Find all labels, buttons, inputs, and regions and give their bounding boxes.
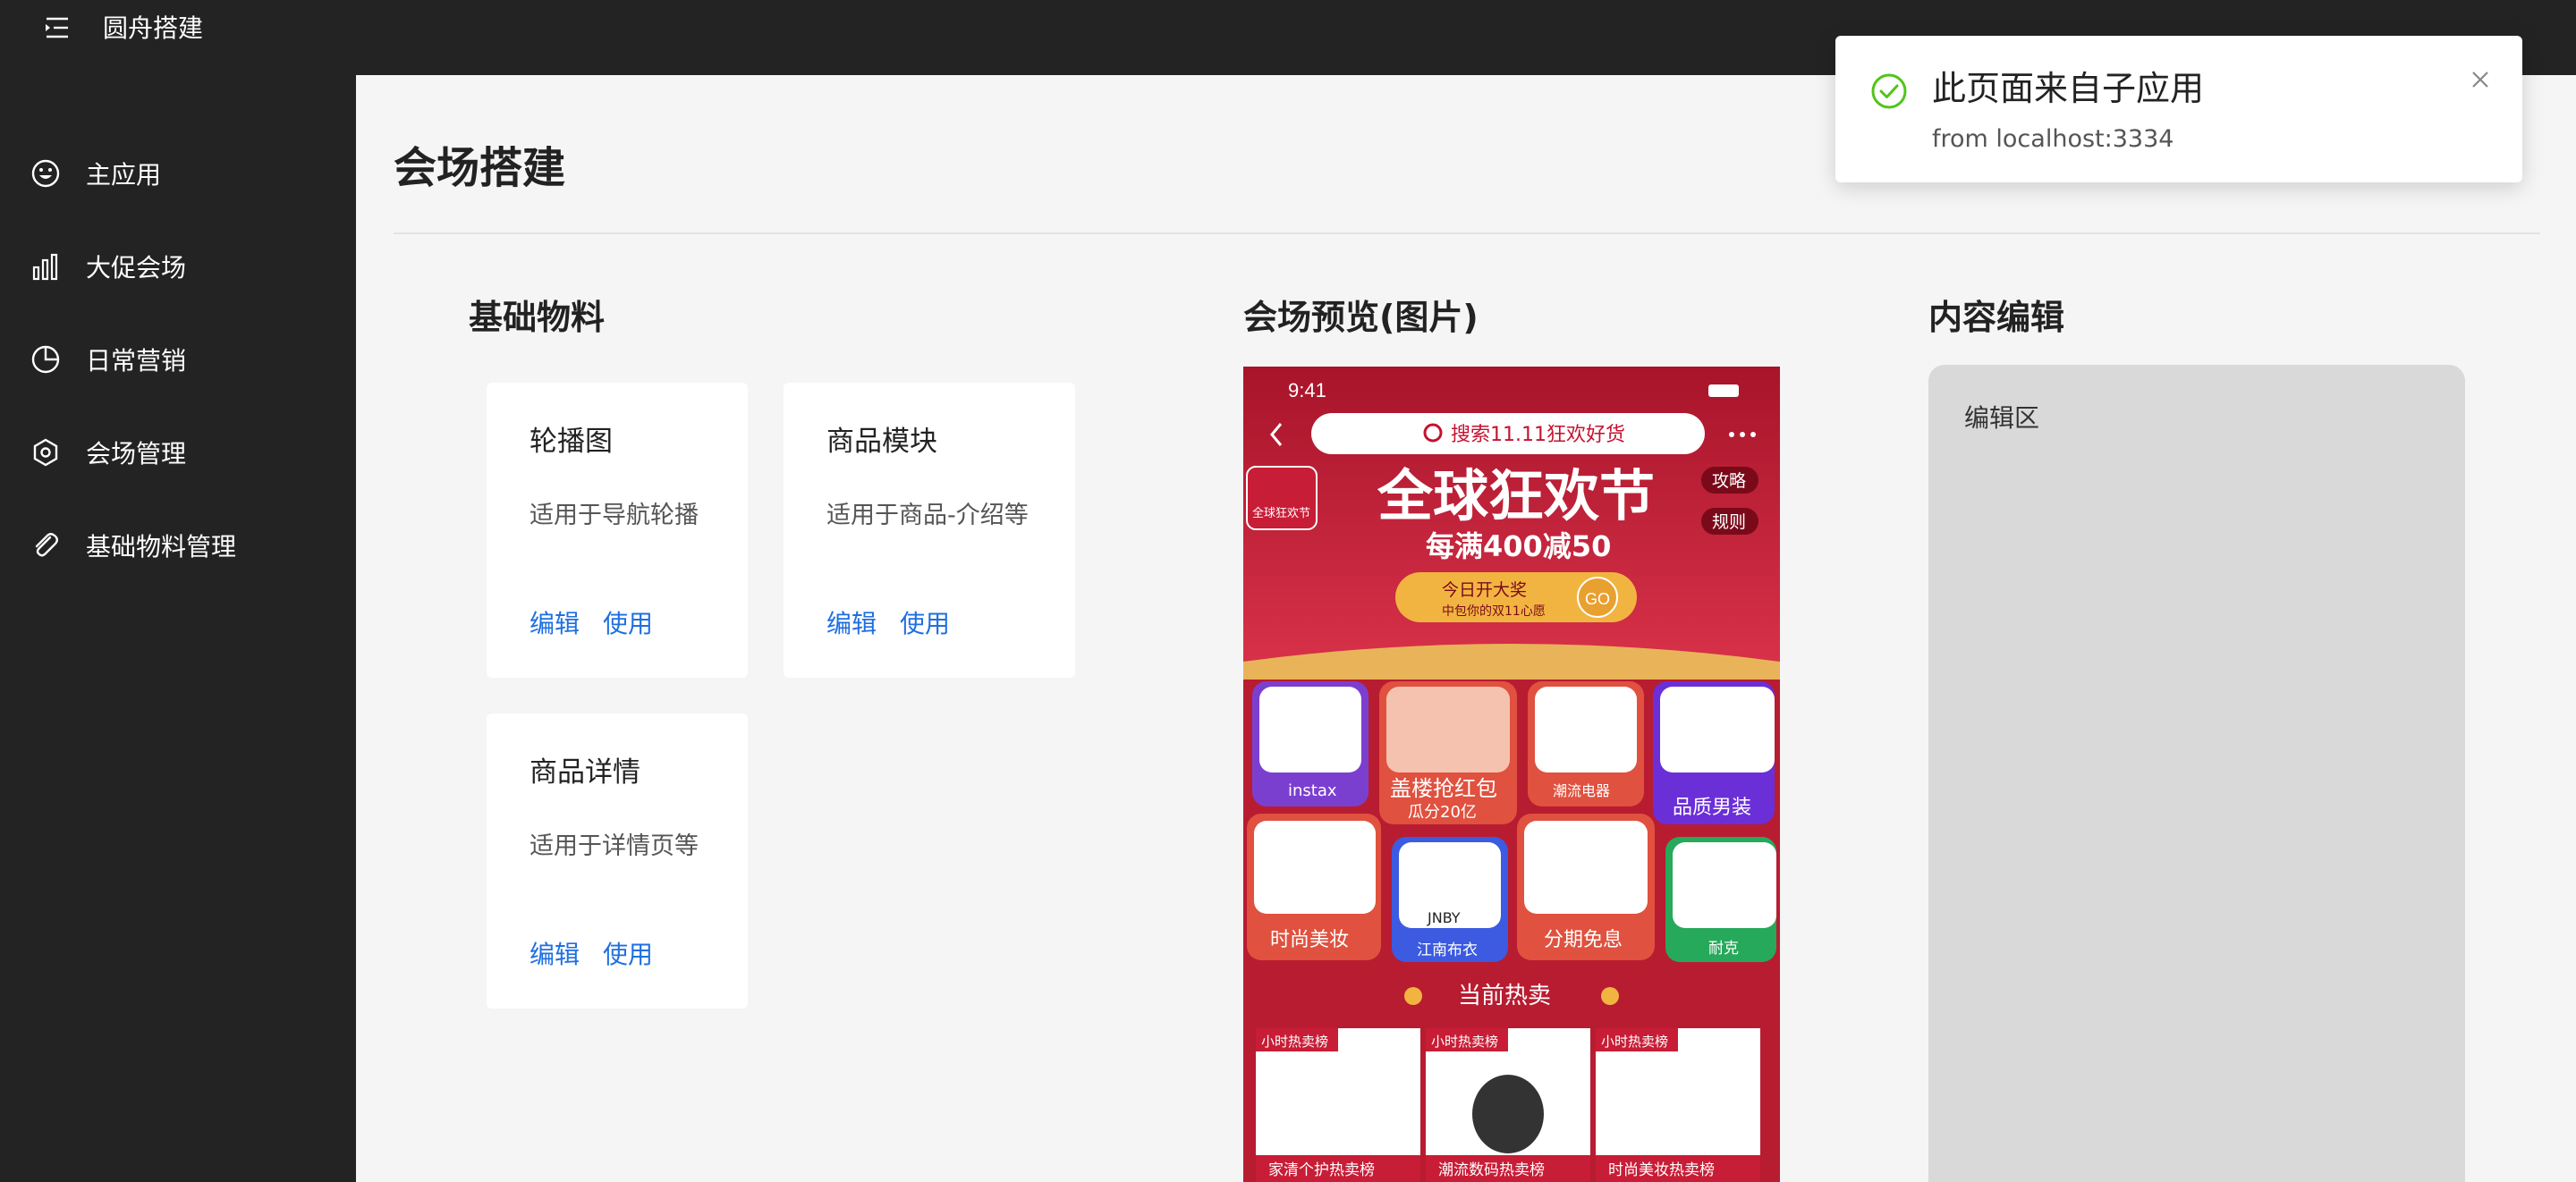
sidebar-item-material-management[interactable]: 基础物料管理 [0, 510, 356, 581]
tile-label: 盖楼抢红包 [1390, 776, 1497, 801]
hot-name: 家清个护热卖榜 [1268, 1161, 1375, 1179]
phone-search-text: 搜索11.11狂欢好货 [1451, 424, 1625, 446]
phone-rules: 规则 [1712, 512, 1746, 532]
notification: 此页面来自子应用 from localhost:3334 [1835, 36, 2522, 182]
edit-button[interactable]: 编辑 [530, 604, 580, 640]
use-button[interactable]: 使用 [603, 604, 653, 640]
edit-area[interactable]: 编辑区 [1928, 365, 2465, 1182]
sidebar-item-label: 大促会场 [86, 253, 187, 283]
material-card-carousel: 轮播图 适用于导航轮播 编辑 使用 [487, 383, 748, 678]
phone-headline: 全球狂欢节 [1377, 463, 1655, 528]
material-card-product-module: 商品模块 适用于商品-介绍等 编辑 使用 [784, 383, 1075, 678]
phone-banner-sub: 中包你的双11心愿 [1442, 604, 1546, 619]
card-desc: 适用于导航轮播 [530, 502, 699, 529]
close-icon[interactable] [2470, 70, 2490, 89]
app-title: 圆舟搭建 [103, 13, 204, 43]
preview-section-title: 会场预览(图片) [1243, 298, 1479, 337]
card-title: 轮播图 [530, 426, 613, 458]
tile-label: 时尚美妆 [1270, 929, 1349, 951]
hot-name: 时尚美妆热卖榜 [1608, 1161, 1715, 1179]
tile-sub: 满400减50 [1265, 897, 1343, 915]
bar-chart-icon [30, 251, 61, 282]
page-title: 会场搭建 [394, 143, 566, 193]
hot-title: 当前热卖 [1458, 983, 1551, 1009]
tile-label: 江南布衣 [1417, 941, 1478, 959]
tile-label: 品质男装 [1673, 797, 1751, 819]
phone-banner: 今日开大奖 [1442, 580, 1527, 600]
tile-label: 潮流电器 [1553, 782, 1610, 799]
phone-badge: 全球狂欢节 [1252, 506, 1310, 520]
paperclip-icon [30, 530, 61, 561]
smile-icon [30, 158, 61, 189]
sidebar: 主应用 大促会场 日常营销 会场管理 基础物料管理 [0, 75, 356, 1182]
phone-strategy: 攻略 [1712, 471, 1746, 491]
tile-label: 耐克 [1708, 940, 1739, 958]
card-desc: 适用于商品-介绍等 [826, 502, 1029, 529]
sidebar-item-venue-management[interactable]: 会场管理 [0, 417, 356, 488]
tile-sub: JNBY [1427, 909, 1461, 926]
edit-button[interactable]: 编辑 [826, 604, 877, 640]
phone-subline: 每满400减50 [1426, 529, 1611, 563]
preview-illustration: 9:41 搜索11.11狂欢好货 全球狂欢节 全球狂欢节 每满400减50 攻略… [1243, 367, 1780, 1182]
card-desc: 适用于详情页等 [530, 832, 699, 860]
menu-fold-icon[interactable] [43, 16, 72, 39]
notification-title: 此页面来自子应用 [1932, 69, 2205, 108]
phone-go: GO [1585, 590, 1610, 608]
venue-preview-image: 9:41 搜索11.11狂欢好货 全球狂欢节 全球狂欢节 每满400减50 攻略… [1243, 367, 1780, 1182]
sidebar-item-promotion[interactable]: 大促会场 [0, 231, 356, 302]
card-actions: 编辑 使用 [826, 604, 950, 640]
check-circle-icon [1869, 72, 1909, 111]
pie-chart-icon [30, 344, 61, 375]
notification-desc: from localhost:3334 [1932, 125, 2174, 153]
sidebar-item-label: 主应用 [86, 160, 162, 190]
title-divider [394, 232, 2540, 234]
sidebar-item-label: 基础物料管理 [86, 532, 237, 561]
card-title: 商品模块 [826, 426, 937, 458]
hot-tag: 小时热卖榜 [1261, 1034, 1328, 1050]
edit-area-label: 编辑区 [1964, 403, 2040, 433]
use-button[interactable]: 使用 [603, 935, 653, 971]
phone-time: 9:41 [1288, 379, 1326, 401]
hot-name: 潮流数码热卖榜 [1438, 1161, 1545, 1179]
tile-sub: 月付6.8元起 [1537, 895, 1622, 913]
edit-button[interactable]: 编辑 [530, 935, 580, 971]
card-actions: 编辑 使用 [530, 604, 653, 640]
tile-label: 分期免息 [1544, 929, 1623, 951]
editor-section-title: 内容编辑 [1928, 298, 2065, 337]
hot-tag: 小时热卖榜 [1601, 1034, 1668, 1050]
card-actions: 编辑 使用 [530, 935, 653, 971]
sidebar-item-label: 会场管理 [86, 439, 187, 469]
card-title: 商品详情 [530, 756, 640, 789]
hot-tag: 小时热卖榜 [1431, 1034, 1498, 1050]
tile-sub: 满400减50 [1669, 756, 1743, 773]
materials-section-title: 基础物料 [469, 298, 606, 337]
material-card-product-detail: 商品详情 适用于详情页等 编辑 使用 [487, 713, 748, 1009]
sidebar-item-daily-marketing[interactable]: 日常营销 [0, 324, 356, 395]
sidebar-item-main-app[interactable]: 主应用 [0, 138, 356, 209]
tile-label: instax [1288, 781, 1337, 800]
sidebar-item-label: 日常营销 [86, 346, 187, 376]
hexagon-setting-icon [30, 437, 61, 468]
use-button[interactable]: 使用 [900, 604, 950, 640]
tile-sub: 瓜分20亿 [1408, 803, 1477, 822]
